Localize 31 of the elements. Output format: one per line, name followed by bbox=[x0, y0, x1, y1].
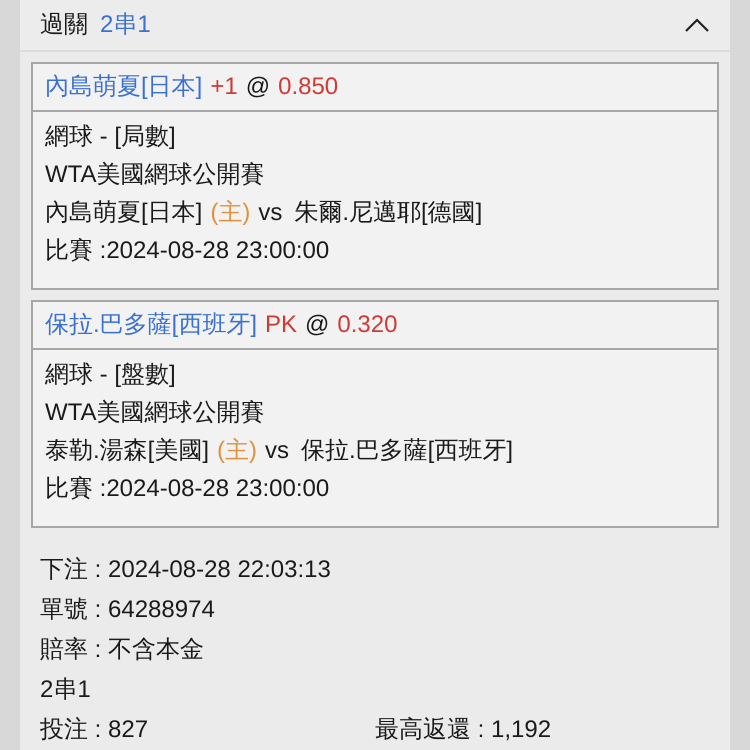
at-sign: @ bbox=[305, 310, 330, 340]
handicap: +1 bbox=[210, 72, 238, 102]
versus-text: vs bbox=[265, 436, 289, 466]
away-team: 朱爾.尼邁耶[德國] bbox=[294, 198, 482, 228]
odds-type: 賠率 : 不含本金 bbox=[40, 635, 206, 665]
home-marker: (主) bbox=[210, 198, 250, 228]
match-time: 比賽 :2024-08-28 23:00:00 bbox=[45, 236, 330, 266]
ticket-number: 單號 : 64288974 bbox=[40, 595, 216, 625]
home-team: 內島萌夏[日本] bbox=[45, 198, 202, 228]
selection-name: 內島萌夏[日本] bbox=[45, 72, 202, 102]
at-sign: @ bbox=[246, 72, 270, 102]
panel-title: 過關 bbox=[40, 10, 88, 40]
selection-name: 保拉.巴多薩[西班牙] bbox=[45, 310, 258, 340]
league-text: WTA美國網球公開賽 bbox=[45, 398, 266, 428]
stake-amount: 投注 : 827 bbox=[40, 715, 150, 745]
versus-text: vs bbox=[258, 198, 282, 228]
match-time: 比賽 :2024-08-28 23:00:00 bbox=[45, 474, 330, 504]
odds: 0.850 bbox=[278, 72, 338, 102]
away-team: 保拉.巴多薩[西班牙] bbox=[301, 436, 514, 466]
home-team: 泰勒.湯森[美國] bbox=[45, 436, 210, 466]
chevron-up-icon[interactable] bbox=[684, 17, 710, 33]
handicap: PK bbox=[265, 310, 298, 340]
max-return: 最高返還 : 1,192 bbox=[375, 715, 552, 745]
home-marker: (主) bbox=[217, 436, 257, 466]
market-text: 網球 - [盤數] bbox=[45, 360, 177, 390]
bet-type: 2串1 bbox=[100, 10, 151, 40]
odds: 0.320 bbox=[337, 310, 398, 340]
combo-type: 2串1 bbox=[40, 675, 92, 705]
league-text: WTA美國網球公開賽 bbox=[45, 160, 266, 190]
market-text: 網球 - [局數] bbox=[45, 122, 177, 152]
placed-time: 下注 : 2024-08-28 22:03:13 bbox=[40, 555, 332, 585]
